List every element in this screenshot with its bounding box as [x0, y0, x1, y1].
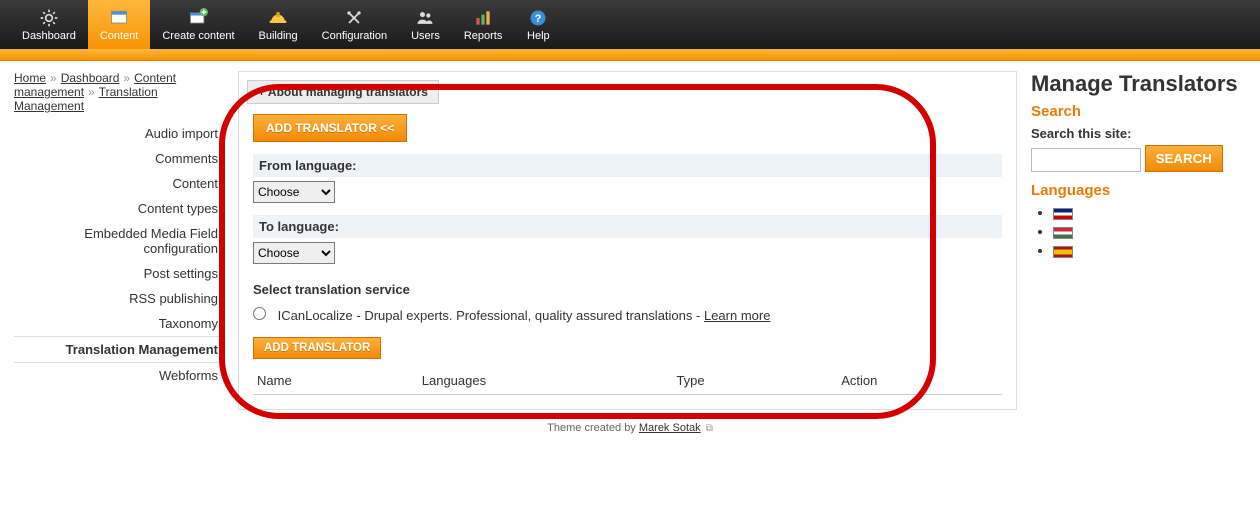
col-action: Action	[837, 367, 1002, 395]
nav-label: Users	[411, 30, 440, 42]
breadcrumb: Home»Dashboard»Content management»Transl…	[14, 71, 224, 113]
window-plus-icon	[186, 8, 210, 28]
service-option-text: ICanLocalize - Drupal experts. Professio…	[278, 308, 701, 323]
language-hungarian[interactable]	[1053, 224, 1246, 239]
nav-label: Reports	[464, 30, 503, 42]
nav-label: Configuration	[322, 30, 387, 42]
leftmenu-post-settings[interactable]: Post settings	[14, 261, 224, 286]
page-title: Manage Translators	[1031, 71, 1246, 97]
learn-more-link[interactable]: Learn more	[704, 308, 770, 323]
add-translator-button-bottom[interactable]: ADD TRANSLATOR	[253, 337, 381, 359]
leftmenu-translation-management[interactable]: Translation Management	[14, 336, 224, 363]
flag-hu-icon	[1053, 227, 1073, 239]
col-name: Name	[253, 367, 418, 395]
language-spanish[interactable]	[1053, 243, 1246, 258]
leftmenu-comments[interactable]: Comments	[14, 146, 224, 171]
helmet-icon	[266, 8, 290, 28]
left-menu: Audio importCommentsContentContent types…	[14, 121, 224, 388]
nav-dashboard[interactable]: Dashboard	[10, 0, 88, 49]
nav-content[interactable]: Content	[88, 0, 151, 49]
plus-icon: +	[258, 85, 265, 99]
question-icon: ?	[526, 8, 550, 28]
nav-label: Create content	[162, 30, 234, 42]
breadcrumb-dashboard[interactable]: Dashboard	[61, 71, 120, 85]
leftmenu-taxonomy[interactable]: Taxonomy	[14, 311, 224, 336]
main-panel: + About managing translators ADD TRANSLA…	[238, 71, 1017, 410]
from-language-label: From language:	[253, 154, 1002, 177]
accent-bar	[0, 49, 1260, 61]
window-icon	[107, 8, 131, 28]
col-languages: Languages	[418, 367, 673, 395]
footer: Theme created by Marek Sotak ⧉	[0, 414, 1260, 448]
service-option-row: ICanLocalize - Drupal experts. Professio…	[253, 307, 1002, 323]
select-translation-service-label: Select translation service	[253, 282, 1002, 297]
sidebar-languages-heading: Languages	[1031, 182, 1246, 199]
search-button[interactable]: SEARCH	[1145, 145, 1223, 172]
nav-label: Building	[259, 30, 298, 42]
nav-configuration[interactable]: Configuration	[310, 0, 399, 49]
people-icon	[413, 8, 437, 28]
breadcrumb-home[interactable]: Home	[14, 71, 46, 85]
sidebar-search-heading: Search	[1031, 103, 1246, 120]
flag-en-icon	[1053, 208, 1073, 220]
to-language-label: To language:	[253, 215, 1002, 238]
external-link-icon: ⧉	[706, 423, 713, 434]
language-english[interactable]	[1053, 205, 1246, 220]
leftmenu-audio-import[interactable]: Audio import	[14, 121, 224, 146]
search-input[interactable]	[1031, 148, 1141, 172]
icanlocalize-radio[interactable]	[253, 307, 266, 320]
gear-icon	[37, 8, 61, 28]
leftmenu-webforms[interactable]: Webforms	[14, 363, 224, 388]
footer-author-link[interactable]: Marek Sotak	[639, 422, 701, 434]
leftmenu-content[interactable]: Content	[14, 171, 224, 196]
collapse-about-managing-translators[interactable]: + About managing translators	[247, 80, 439, 104]
breadcrumb-separator: »	[123, 71, 130, 85]
nav-reports[interactable]: Reports	[452, 0, 515, 49]
bars-icon	[471, 8, 495, 28]
tools-icon	[342, 8, 366, 28]
footer-prefix: Theme created by	[547, 422, 639, 434]
nav-create-content[interactable]: Create content	[150, 0, 246, 49]
nav-help[interactable]: ? Help	[514, 0, 562, 49]
search-this-site-label: Search this site:	[1031, 126, 1246, 141]
nav-label: Help	[527, 30, 550, 42]
nav-label: Content	[100, 30, 139, 42]
top-nav: Dashboard Content Create content Building Co…	[0, 0, 1260, 49]
nav-users[interactable]: Users	[399, 0, 452, 49]
leftmenu-embedded-media-field-configuration[interactable]: Embedded Media Field configuration	[14, 221, 224, 261]
nav-building[interactable]: Building	[247, 0, 310, 49]
col-type: Type	[672, 367, 837, 395]
to-language-select[interactable]: Choose	[253, 242, 335, 264]
nav-label: Dashboard	[22, 30, 76, 42]
translators-table: NameLanguagesTypeAction	[253, 367, 1002, 395]
collapse-label: About managing translators	[268, 85, 428, 99]
breadcrumb-separator: »	[88, 85, 95, 99]
breadcrumb-separator: »	[50, 71, 57, 85]
svg-text:?: ?	[535, 13, 542, 25]
language-list	[1031, 205, 1246, 258]
from-language-select[interactable]: Choose	[253, 181, 335, 203]
leftmenu-content-types[interactable]: Content types	[14, 196, 224, 221]
leftmenu-rss-publishing[interactable]: RSS publishing	[14, 286, 224, 311]
add-translator-button-top[interactable]: ADD TRANSLATOR <<	[253, 114, 407, 142]
flag-es-icon	[1053, 246, 1073, 258]
